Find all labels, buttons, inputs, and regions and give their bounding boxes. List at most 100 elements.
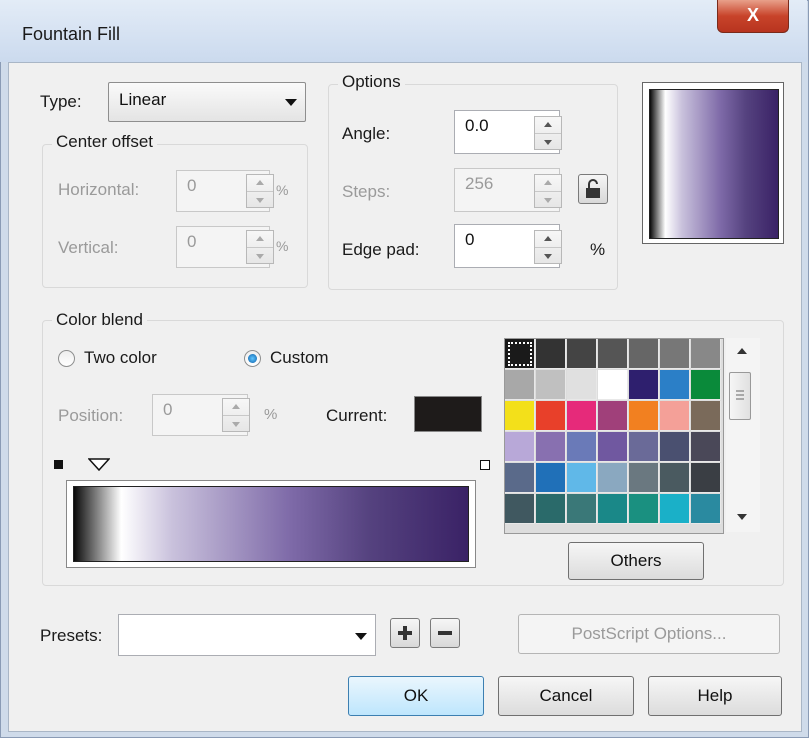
spin-up-icon xyxy=(544,122,552,127)
selected-node-triangle-icon[interactable] xyxy=(88,458,110,472)
fill-preview xyxy=(642,82,784,244)
others-button[interactable]: Others xyxy=(568,542,704,580)
palette-swatch[interactable] xyxy=(660,370,690,400)
palette-swatch[interactable] xyxy=(691,339,721,369)
scroll-up-icon[interactable] xyxy=(737,348,747,354)
custom-radio[interactable] xyxy=(244,350,261,367)
edge-pad-unit: % xyxy=(590,240,606,259)
palette-swatch[interactable] xyxy=(598,401,628,431)
ok-button[interactable]: OK xyxy=(348,676,484,716)
edge-pad-spinner[interactable] xyxy=(534,230,562,264)
options-title: Options xyxy=(338,72,405,92)
spin-down-icon xyxy=(232,422,240,427)
palette-swatch[interactable] xyxy=(567,463,597,493)
palette-swatch[interactable] xyxy=(505,401,535,431)
vertical-label: Vertical: xyxy=(58,238,119,257)
palette-swatch[interactable] xyxy=(691,432,721,462)
scroll-down-icon[interactable] xyxy=(737,514,747,520)
position-unit: % xyxy=(264,406,278,423)
spin-up-icon xyxy=(544,180,552,185)
spin-up-icon xyxy=(256,180,264,185)
gradient-bar[interactable] xyxy=(66,480,476,568)
palette-swatch[interactable] xyxy=(567,370,597,400)
palette-swatch[interactable] xyxy=(660,463,690,493)
palette-swatch[interactable] xyxy=(505,370,535,400)
palette-swatch[interactable] xyxy=(536,432,566,462)
cancel-button[interactable]: Cancel xyxy=(498,676,634,716)
palette-swatch[interactable] xyxy=(629,401,659,431)
color-blend-title: Color blend xyxy=(52,310,147,330)
palette-swatch[interactable] xyxy=(598,339,628,369)
two-color-radio[interactable] xyxy=(58,350,75,367)
steps-lock-button[interactable] xyxy=(578,174,608,204)
vertical-value: 0 xyxy=(187,232,197,251)
remove-preset-button[interactable] xyxy=(430,618,460,648)
palette-swatch[interactable] xyxy=(629,370,659,400)
chevron-down-icon xyxy=(285,99,297,106)
palette-swatch[interactable] xyxy=(598,494,628,524)
current-color-swatch[interactable] xyxy=(414,396,482,432)
color-palette[interactable] xyxy=(504,338,724,534)
palette-scrollbar[interactable] xyxy=(726,338,760,532)
palette-swatch[interactable] xyxy=(660,401,690,431)
close-button[interactable]: X xyxy=(717,0,789,33)
palette-swatch[interactable] xyxy=(567,401,597,431)
palette-swatch[interactable] xyxy=(598,463,628,493)
palette-swatch[interactable] xyxy=(629,463,659,493)
angle-label: Angle: xyxy=(342,124,391,143)
angle-spinner[interactable] xyxy=(534,116,562,150)
palette-swatch[interactable] xyxy=(691,494,721,524)
add-preset-button[interactable] xyxy=(390,618,420,648)
horizontal-spinner[interactable] xyxy=(246,174,274,208)
palette-swatch[interactable] xyxy=(505,339,535,369)
spin-down-icon xyxy=(544,198,552,203)
palette-swatch[interactable] xyxy=(598,432,628,462)
palette-swatch[interactable] xyxy=(536,339,566,369)
palette-swatch[interactable] xyxy=(567,432,597,462)
palette-swatch[interactable] xyxy=(660,432,690,462)
palette-swatch[interactable] xyxy=(691,370,721,400)
title-bar[interactable] xyxy=(0,0,807,62)
two-color-label: Two color xyxy=(84,348,157,367)
palette-swatch[interactable] xyxy=(629,494,659,524)
spin-down-icon xyxy=(544,254,552,259)
presets-label: Presets: xyxy=(40,626,103,645)
plus-icon xyxy=(398,626,412,640)
palette-swatch[interactable] xyxy=(536,401,566,431)
start-node-marker[interactable] xyxy=(54,460,63,469)
palette-swatch[interactable] xyxy=(691,401,721,431)
palette-swatch[interactable] xyxy=(598,370,628,400)
end-node-marker[interactable] xyxy=(480,460,490,470)
palette-swatch[interactable] xyxy=(629,339,659,369)
dialog-title: Fountain Fill xyxy=(22,24,121,44)
palette-swatch[interactable] xyxy=(567,339,597,369)
palette-swatch[interactable] xyxy=(660,339,690,369)
preview-gradient xyxy=(649,89,779,239)
steps-label: Steps: xyxy=(342,182,391,201)
edge-pad-value: 0 xyxy=(465,230,475,249)
type-select[interactable]: Linear xyxy=(108,82,306,122)
palette-swatch[interactable] xyxy=(660,494,690,524)
palette-swatch[interactable] xyxy=(505,432,535,462)
vertical-spinner[interactable] xyxy=(246,230,274,264)
presets-input[interactable] xyxy=(118,614,376,656)
palette-swatch[interactable] xyxy=(505,494,535,524)
steps-spinner[interactable] xyxy=(534,174,562,208)
spin-down-icon xyxy=(544,140,552,145)
position-label: Position: xyxy=(58,406,124,425)
palette-swatch[interactable] xyxy=(536,494,566,524)
position-spinner[interactable] xyxy=(222,398,250,432)
palette-swatch[interactable] xyxy=(505,463,535,493)
spin-up-icon xyxy=(544,236,552,241)
palette-swatch[interactable] xyxy=(567,494,597,524)
palette-swatch[interactable] xyxy=(536,370,566,400)
horizontal-label: Horizontal: xyxy=(58,180,140,199)
palette-swatch[interactable] xyxy=(536,463,566,493)
palette-swatch[interactable] xyxy=(691,463,721,493)
postscript-options-button[interactable]: PostScript Options... xyxy=(518,614,780,654)
help-button[interactable]: Help xyxy=(648,676,782,716)
scroll-thumb[interactable] xyxy=(729,372,751,420)
horizontal-unit: % xyxy=(276,182,289,198)
gradient-strip xyxy=(73,486,469,562)
palette-swatch[interactable] xyxy=(629,432,659,462)
